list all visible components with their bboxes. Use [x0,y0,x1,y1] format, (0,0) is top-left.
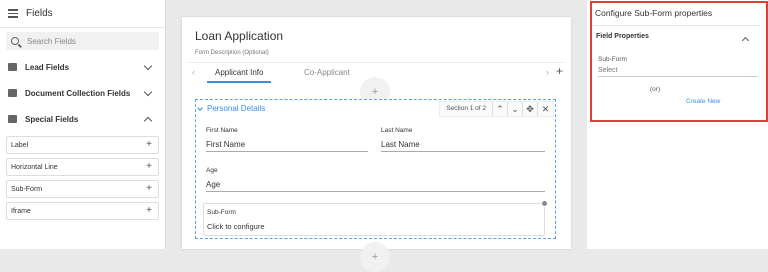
add-section-bottom-button[interactable]: + [360,242,390,272]
chevron-up-icon[interactable] [741,36,750,45]
field-item-iframe[interactable]: Iframe + [6,202,159,220]
subform-field[interactable]: Sub-Form Click to configure [203,200,548,236]
section-personal-details[interactable]: Personal Details Section 1 of 2 ⌃ ⌄ ✥ ✕ … [195,99,556,239]
add-icon[interactable]: + [146,205,152,216]
tab-applicant-info[interactable]: Applicant Info [206,68,273,83]
field-item-horizontal-line[interactable]: Horizontal Line + [6,158,159,176]
divider [591,25,760,26]
tab-scroll-left-icon[interactable]: ‹ [192,67,195,77]
sidebar-header: Fields [0,0,165,28]
search-icon [11,37,19,45]
group-label: Special Fields [25,114,79,124]
special-fields-icon [8,115,17,123]
fields-sidebar: Fields Search Fields Lead Fields Documen… [0,0,166,249]
group-label: Lead Fields [25,62,70,72]
section-title: Personal Details [207,104,266,113]
tab-co-applicant[interactable]: Co-Applicant [304,68,350,77]
age-field[interactable]: Age [206,180,545,192]
field-item-label[interactable]: Label + [6,136,159,154]
users-icon [8,63,17,71]
document-icon [8,89,17,97]
field-item-text: Iframe [11,207,31,215]
drag-move-icon[interactable]: ✥ [523,102,538,116]
create-new-link[interactable]: Create New [686,98,720,105]
first-name-field[interactable]: First Name [206,140,368,152]
field-item-text: Horizontal Line [11,163,58,171]
group-lead-fields[interactable]: Lead Fields [0,54,165,80]
add-icon[interactable]: + [146,139,152,150]
field-label: First Name [206,127,238,134]
tab-scroll-right-icon[interactable]: › [546,67,549,77]
properties-panel: Configure Sub-Form properties Field Prop… [587,0,768,249]
move-up-icon[interactable]: ⌃ [493,102,508,116]
last-name-field[interactable]: Last Name [381,140,545,152]
form-title[interactable]: Loan Application [195,29,283,43]
subform-select[interactable]: Select [598,67,758,77]
field-item-text: Label [11,141,29,149]
close-icon[interactable]: ✕ [538,102,553,116]
or-separator: (or) [650,86,661,93]
group-document-collection-fields[interactable]: Document Collection Fields [0,80,165,106]
chevron-up-icon [143,116,153,126]
field-properties-title[interactable]: Field Properties [596,33,649,40]
field-item-text: Sub-Form [11,185,43,193]
panel-title: Configure Sub-Form properties [595,8,713,18]
chevron-down-icon [143,87,153,97]
field-item-sub-form[interactable]: Sub-Form + [6,180,159,198]
section-header[interactable]: Personal Details [197,104,266,113]
search-fields-input[interactable]: Search Fields [6,32,159,50]
group-label: Document Collection Fields [25,88,131,98]
group-special-fields[interactable]: Special Fields [0,106,165,132]
field-label: Last Name [381,127,413,134]
move-down-icon[interactable]: ⌄ [508,102,523,116]
add-tab-button[interactable]: + [556,64,563,78]
add-icon[interactable]: + [146,161,152,172]
field-label: Age [206,167,218,174]
section-toolbar: Section 1 of 2 ⌃ ⌄ ✥ ✕ [439,101,554,117]
section-counter: Section 1 of 2 [440,102,493,116]
form-description[interactable]: Form Description (Optional) [195,50,269,56]
search-placeholder: Search Fields [27,36,76,46]
subform-value: Click to configure [207,222,265,231]
chevron-down-icon [143,61,153,71]
plus-icon: + [371,86,379,98]
sidebar-title: Fields [26,8,53,19]
add-icon[interactable]: + [146,183,152,194]
form-canvas: Loan Application Form Description (Optio… [182,17,571,272]
plus-icon: + [371,251,379,263]
hamburger-menu-icon[interactable] [8,9,18,18]
subform-select-label: Sub-Form [598,56,627,63]
remove-field-icon[interactable] [541,200,548,207]
subform-label: Sub-Form [207,209,236,216]
chevron-down-icon [197,104,203,111]
